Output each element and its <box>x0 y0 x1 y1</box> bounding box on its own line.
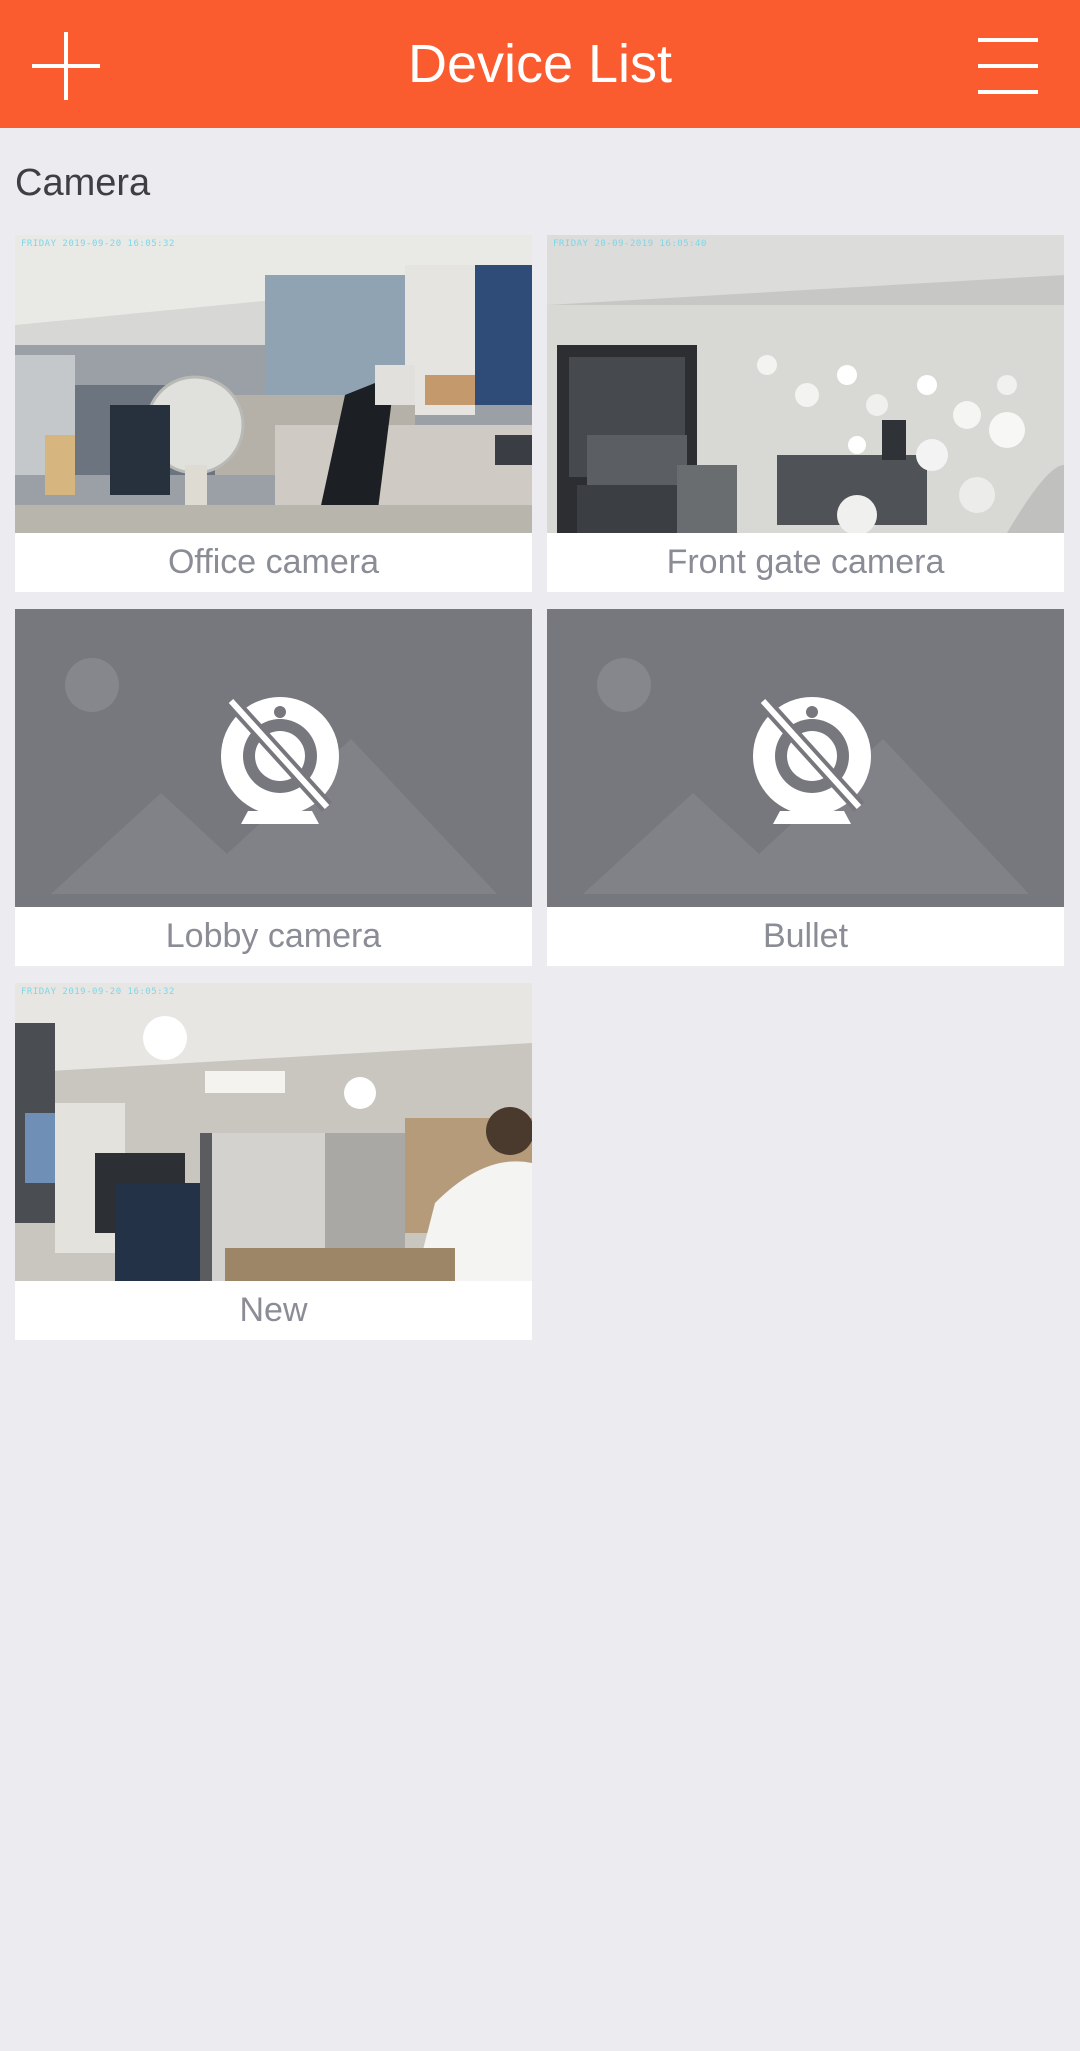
hamburger-menu-icon <box>978 38 1038 94</box>
device-card-office-camera[interactable]: FRIDAY 2019-09-20 16:05:32 Office camera <box>15 235 532 592</box>
camera-osd-timestamp: FRIDAY 2019-09-20 16:05:32 <box>21 239 175 249</box>
device-card-lobby-camera[interactable]: Lobby camera <box>15 609 532 966</box>
device-card-front-gate-camera[interactable]: FRIDAY 20-09-2019 16:05:40 Front gate ca… <box>547 235 1064 592</box>
device-name: Lobby camera <box>165 917 382 955</box>
camera-osd-timestamp: FRIDAY 2019-09-20 16:05:32 <box>21 987 175 997</box>
section-title: Camera <box>15 162 151 204</box>
device-name: Front gate camera <box>666 543 945 581</box>
device-name: New <box>239 1291 308 1329</box>
device-name: Bullet <box>762 917 849 955</box>
menu-button[interactable] <box>966 26 1050 106</box>
camera-preview-thumbnail: FRIDAY 2019-09-20 16:05:32 <box>15 983 532 1281</box>
device-card-new[interactable]: FRIDAY 2019-09-20 16:05:32 New <box>15 983 532 1340</box>
app-bar: Device List <box>0 0 1080 128</box>
device-name: Office camera <box>167 543 379 581</box>
device-card-bullet[interactable]: Bullet <box>547 609 1064 966</box>
camera-osd-timestamp: FRIDAY 20-09-2019 16:05:40 <box>553 239 707 249</box>
camera-offline-placeholder <box>547 609 1064 907</box>
camera-preview-thumbnail: FRIDAY 2019-09-20 16:05:32 <box>15 235 532 533</box>
camera-preview-thumbnail: FRIDAY 20-09-2019 16:05:40 <box>547 235 1064 533</box>
page-title: Device List <box>407 34 673 94</box>
camera-offline-placeholder <box>15 609 532 907</box>
